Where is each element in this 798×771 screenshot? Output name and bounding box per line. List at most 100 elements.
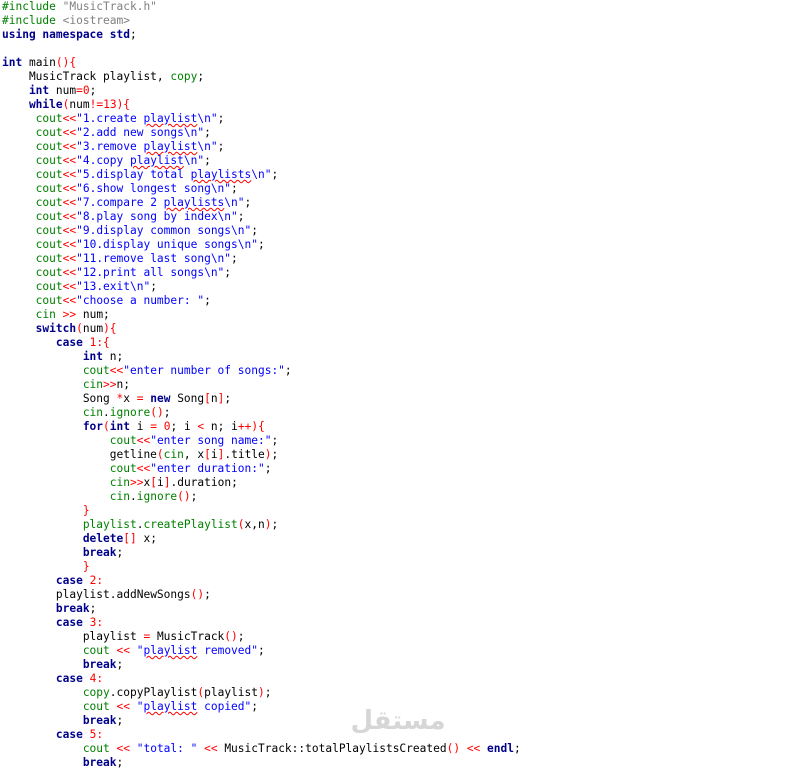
code-token: ++ xyxy=(237,420,252,433)
code-token: break xyxy=(2,756,117,769)
code-token: << xyxy=(62,168,77,181)
code-token: ; xyxy=(116,714,124,727)
code-token: n; xyxy=(109,350,124,363)
code-token: : xyxy=(96,728,104,741)
code-line: break; xyxy=(2,658,123,672)
code-line: MusicTrack playlist, copy; xyxy=(2,70,204,84)
code-line: cout<<"enter duration:"; xyxy=(2,462,272,476)
code-token: << xyxy=(62,154,77,167)
code-token: int xyxy=(109,420,137,433)
code-token: n; xyxy=(116,378,131,391)
code-token: << xyxy=(62,126,77,139)
code-token: ; xyxy=(237,210,245,223)
code-token: << xyxy=(62,238,77,251)
code-token: << xyxy=(62,112,77,125)
code-token: :{ xyxy=(96,336,110,349)
misspelled-token: playlist xyxy=(130,154,184,167)
code-token: << xyxy=(116,700,130,713)
code-line: cout<<"8.play song by index\n"; xyxy=(2,210,245,224)
code-token: main xyxy=(28,56,56,69)
code-token: Song xyxy=(177,392,205,405)
code-token: "12.print all songs\n" xyxy=(76,266,225,279)
code-token: ; xyxy=(258,644,265,657)
code-token: ; xyxy=(217,140,225,153)
code-token: >> xyxy=(103,378,117,391)
code-line: cout<<"enter number of songs:"; xyxy=(2,364,292,378)
code-token: ; xyxy=(231,182,238,195)
code-line: case 5: xyxy=(2,728,103,742)
code-token: break xyxy=(2,602,90,615)
code-token: "2.add new songs\n" xyxy=(76,126,205,139)
code-token: playlist xyxy=(2,630,144,643)
code-token: cin xyxy=(2,476,130,489)
code-token: n xyxy=(210,392,218,405)
code-token: () xyxy=(190,588,205,601)
code-token: switch xyxy=(2,322,77,335)
code-token: cin xyxy=(163,448,184,461)
code-token: num; xyxy=(76,308,110,321)
code-token: addNewSongs xyxy=(116,588,191,601)
code-token: << xyxy=(62,196,77,209)
code-token: using namespace xyxy=(2,28,110,41)
code-token: << xyxy=(62,182,77,195)
code-token: ; xyxy=(231,252,238,265)
code-token: ; xyxy=(130,28,144,41)
code-line: case 4: xyxy=(2,672,103,686)
code-line: cout<<"3.remove playlist\n"; xyxy=(2,140,225,154)
code-token: cout xyxy=(2,154,63,167)
code-token: ; xyxy=(116,658,124,671)
code-token: : xyxy=(96,574,104,587)
code-token: "3.remove xyxy=(76,140,144,153)
code-token: << xyxy=(62,224,77,237)
code-line: cout<<"10.display unique songs\n"; xyxy=(2,238,265,252)
code-token: break xyxy=(2,658,117,671)
code-token: "10.display unique songs\n" xyxy=(76,238,258,251)
code-token: << xyxy=(204,742,218,755)
code-line: #include <iostream> xyxy=(2,14,130,28)
code-token: cout xyxy=(2,196,63,209)
code-token: << xyxy=(136,434,151,447)
code-token: \n" xyxy=(251,168,272,181)
code-token: "4.copy xyxy=(76,154,130,167)
code-line: cout<<"1.create playlist\n"; xyxy=(2,112,225,126)
code-token: cout xyxy=(2,168,63,181)
code-token: "13.exit\n" xyxy=(76,280,151,293)
code-token: : xyxy=(96,672,104,685)
code-token: "choose a number: " xyxy=(76,294,205,307)
code-token: <iostream> xyxy=(62,14,130,27)
code-line: cout<<"2.add new songs\n"; xyxy=(2,126,211,140)
code-token: ( xyxy=(103,420,110,433)
code-token: () xyxy=(150,406,164,419)
code-token: = xyxy=(76,84,83,97)
code-token: ; xyxy=(204,126,211,139)
code-line: using namespace std; xyxy=(2,28,143,42)
code-token: != xyxy=(89,98,104,111)
code-token: new xyxy=(143,392,178,405)
code-token: cout xyxy=(2,742,117,755)
code-line: cin >> num; xyxy=(2,308,110,322)
code-token: << xyxy=(460,742,481,755)
code-token: x,n xyxy=(244,518,265,531)
code-token: .title xyxy=(224,448,265,461)
code-token: x; xyxy=(136,532,157,545)
code-token: copyPlaylist xyxy=(116,686,198,699)
code-line: cout<<"5.display total playlists\n"; xyxy=(2,168,279,182)
code-token: endl xyxy=(480,742,514,755)
code-token: ; xyxy=(251,700,259,713)
code-token: getline xyxy=(2,448,157,461)
code-token: ; xyxy=(244,196,252,209)
code-token: cin xyxy=(2,308,63,321)
code-token: ignore xyxy=(109,406,151,419)
code-token: cout xyxy=(2,462,137,475)
code-line: #include "MusicTrack.h" xyxy=(2,0,157,14)
code-token: MusicTrack::totalPlaylistsCreated xyxy=(217,742,447,755)
code-token: cout xyxy=(2,126,63,139)
code-token: "8.play song by index\n" xyxy=(76,210,238,223)
code-token: cout xyxy=(2,364,110,377)
code-token: << xyxy=(109,364,124,377)
code-token: << xyxy=(116,644,130,657)
code-editor[interactable]: #include "MusicTrack.h" #include <iostrea… xyxy=(0,0,798,771)
code-token: ; xyxy=(271,434,279,447)
code-token: [ xyxy=(204,392,211,405)
code-token: ; xyxy=(224,266,232,279)
